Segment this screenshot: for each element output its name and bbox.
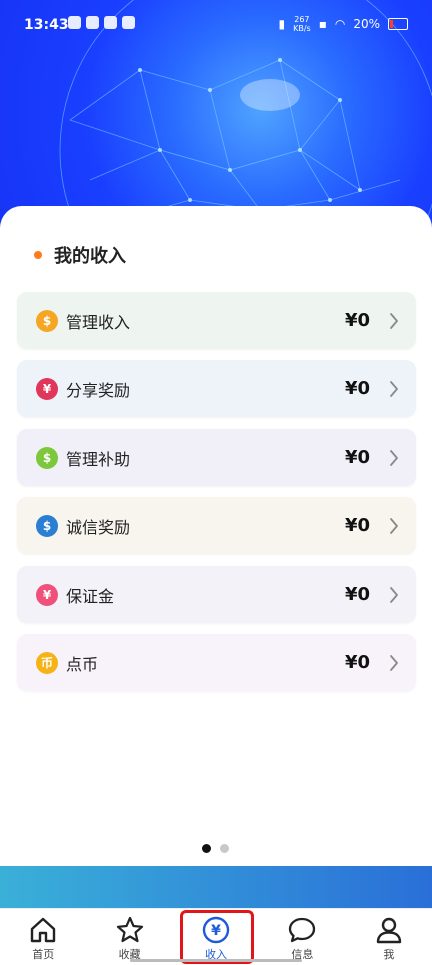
battery-percent: 20% [353, 17, 380, 31]
user-icon [376, 917, 402, 944]
income-row-label: 管理收入 [66, 312, 131, 332]
tab-messages[interactable]: 信息 [259, 909, 345, 965]
app-notification-icon [86, 16, 99, 29]
tab-me[interactable]: 我 [346, 909, 432, 965]
income-row[interactable]: 币点币 ¥0 [17, 634, 416, 691]
status-time: 13:43 [24, 17, 69, 33]
yuan-icon: ¥ [36, 377, 58, 400]
income-row-amount: ¥0 [344, 584, 370, 605]
income-row-label: 管理补助 [66, 449, 131, 469]
chat-icon [289, 917, 316, 943]
section-title: 我的收入 [34, 242, 126, 268]
income-row[interactable]: ¥ 保证金 ¥0 [17, 566, 416, 623]
app-notification-icon [104, 16, 117, 29]
star-icon [116, 916, 143, 943]
page-dot[interactable] [220, 844, 229, 853]
app-notification-icon [122, 16, 135, 29]
status-right: ▮ 267 KB/s ▪ ◠ 20% [278, 15, 408, 33]
home-icon [31, 917, 56, 943]
page-indicator [202, 844, 229, 853]
chevron-right-icon [390, 449, 398, 466]
page-dot-active[interactable] [202, 844, 211, 853]
bottom-banner[interactable] [0, 866, 432, 908]
battery-icon [388, 18, 408, 30]
chevron-right-icon [390, 654, 398, 671]
coin-icon: 币 [36, 651, 58, 674]
income-row-amount: ¥0 [344, 310, 370, 331]
home-indicator[interactable] [130, 959, 302, 962]
income-row-amount: ¥0 [344, 378, 370, 399]
income-row-label: 点币 [66, 654, 99, 674]
title-dot [34, 251, 42, 259]
money-bag-icon: $ [36, 514, 58, 537]
chevron-right-icon [390, 312, 398, 329]
notification-icons [68, 16, 135, 29]
tab-home[interactable]: 首页 [0, 909, 86, 965]
income-row-amount: ¥0 [344, 515, 370, 536]
chevron-right-icon [390, 380, 398, 397]
coin-icon: $ [36, 309, 58, 332]
chevron-right-icon [390, 517, 398, 534]
income-row-label: 保证金 [66, 586, 115, 606]
income-row-amount: ¥0 [344, 652, 370, 673]
wallet-icon: ¥ [36, 583, 58, 606]
income-row[interactable]: $ 诚信奖励 ¥0 [17, 497, 416, 554]
network-speed: 267 KB/s [293, 15, 311, 33]
sim-icon: ▪ [318, 17, 327, 31]
app-notification-icon [68, 16, 81, 29]
income-row[interactable]: ¥ 分享奖励 ¥0 [17, 360, 416, 417]
wifi-icon: ◠ [334, 17, 346, 31]
income-row[interactable]: $ 管理收入 ¥0 [17, 292, 416, 349]
income-row-label: 诚信奖励 [66, 517, 131, 537]
income-row-label: 分享奖励 [66, 380, 131, 400]
dollar-icon: $ [36, 446, 58, 469]
income-row[interactable]: $ 管理补助 ¥0 [17, 429, 416, 486]
tab-highlight-box [180, 910, 254, 964]
chevron-right-icon [390, 586, 398, 603]
status-bar: 13:43 ▮ 267 KB/s ▪ ◠ 20% [0, 0, 432, 50]
vibrate-icon: ▮ [278, 17, 286, 31]
tab-favorites[interactable]: 收藏 [86, 909, 172, 965]
income-row-amount: ¥0 [344, 447, 370, 468]
